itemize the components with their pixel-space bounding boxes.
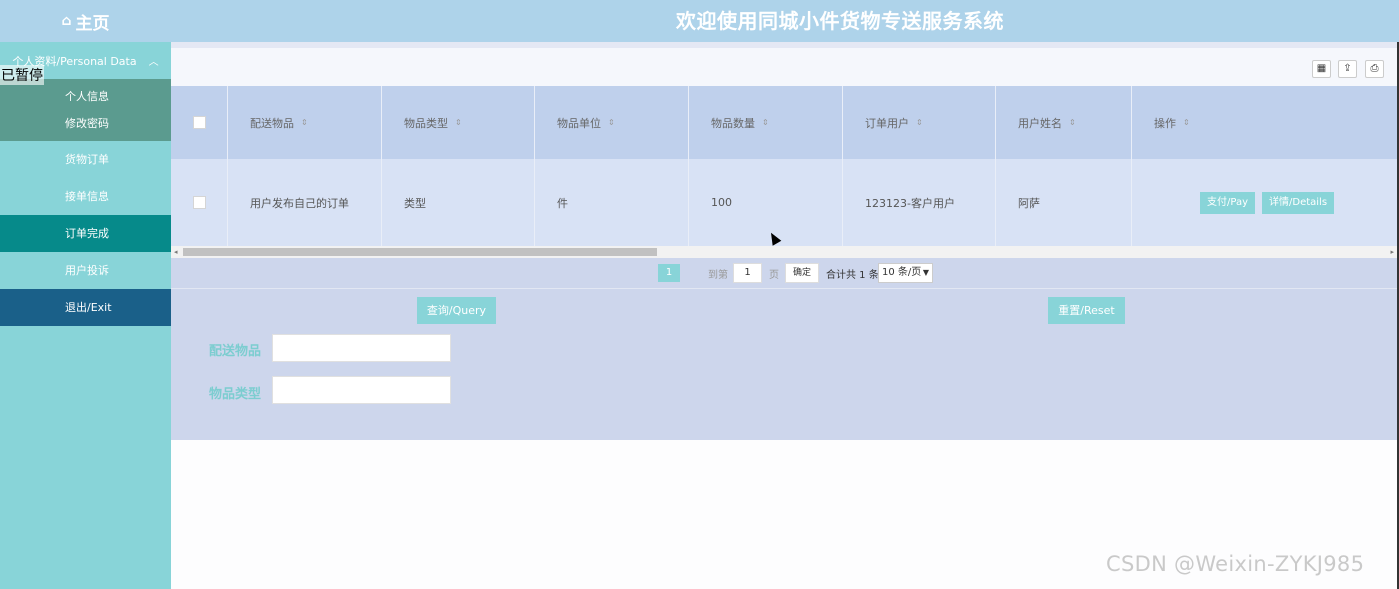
column-header-type[interactable]: 物品类型 ⇕ bbox=[382, 86, 535, 159]
sidebar-item-cargo-orders[interactable]: 货物订单 bbox=[0, 141, 171, 178]
horizontal-scrollbar[interactable]: ◂ ▸ bbox=[171, 246, 1397, 258]
chevron-up-icon: ︿ bbox=[148, 57, 159, 68]
cell-order-user: 123123-客户用户 bbox=[843, 159, 996, 246]
sort-icon: ⇕ bbox=[608, 118, 615, 127]
row-checkbox[interactable] bbox=[193, 196, 206, 209]
search-input-type[interactable] bbox=[272, 376, 451, 404]
page-size-select[interactable]: 10 条/页 ▼ bbox=[878, 263, 933, 283]
orders-table: 配送物品 ⇕ 物品类型 ⇕ 物品单位 ⇕ 物品数量 ⇕ 订单用户 ⇕ 用户姓名 ⇕ 操作 ⇕ … bbox=[171, 86, 1397, 246]
search-input-item[interactable] bbox=[272, 334, 451, 362]
sidebar-item-change-password[interactable]: 修改密码 bbox=[0, 114, 171, 141]
sort-icon: ⇕ bbox=[455, 118, 462, 127]
search-label-type: 物品类型 bbox=[209, 387, 262, 402]
query-button[interactable]: 查询/Query bbox=[417, 297, 496, 324]
column-header-user-name[interactable]: 用户姓名 ⇕ bbox=[996, 86, 1132, 159]
sort-icon: ⇕ bbox=[762, 118, 769, 127]
cell-user-name: 阿萨 bbox=[996, 159, 1132, 246]
sort-icon: ⇕ bbox=[1183, 118, 1190, 127]
cell-actions: 支付/Pay 详情/Details bbox=[1132, 159, 1397, 246]
scroll-right-icon[interactable]: ▸ bbox=[1390, 246, 1394, 258]
column-header-label: 用户姓名 bbox=[1018, 116, 1062, 130]
column-header-order-user[interactable]: 订单用户 ⇕ bbox=[843, 86, 996, 159]
sidebar-item-personal-info[interactable]: 个人信息 bbox=[0, 87, 171, 114]
paused-overlay-text: 已暂停 bbox=[0, 65, 44, 85]
home-icon: ⌂ bbox=[61, 13, 72, 29]
home-link[interactable]: ⌂ 主页 bbox=[0, 0, 171, 42]
goto-confirm-button[interactable]: 确定 bbox=[785, 263, 819, 283]
main-content: ▦ ⇪ ⎙ 配送物品 ⇕ 物品类型 ⇕ 物品单位 ⇕ 物品数量 ⇕ 订单用户 ⇕ 用户姓名… bbox=[171, 42, 1397, 440]
cell-quantity: 100 bbox=[689, 159, 843, 246]
goto-label: 到第 bbox=[708, 270, 728, 281]
cell-unit: 件 bbox=[535, 159, 689, 246]
row-checkbox-cell bbox=[171, 159, 228, 246]
goto-page-input[interactable]: 1 bbox=[733, 263, 762, 283]
sidebar-item-accepted-orders[interactable]: 接单信息 bbox=[0, 178, 171, 215]
column-header-item[interactable]: 配送物品 ⇕ bbox=[228, 86, 382, 159]
table-header: 配送物品 ⇕ 物品类型 ⇕ 物品单位 ⇕ 物品数量 ⇕ 订单用户 ⇕ 用户姓名 ⇕ 操作 ⇕ bbox=[171, 86, 1397, 159]
column-header-label: 订单用户 bbox=[865, 116, 909, 130]
search-label-item: 配送物品 bbox=[209, 344, 262, 359]
column-header-label: 配送物品 bbox=[250, 116, 294, 130]
print-icon[interactable]: ⎙ bbox=[1365, 60, 1384, 78]
column-header-quantity[interactable]: 物品数量 ⇕ bbox=[689, 86, 843, 159]
table-row: 用户发布自己的订单 类型 件 100 123123-客户用户 阿萨 支付/Pay… bbox=[171, 159, 1397, 246]
column-header-label: 物品数量 bbox=[711, 116, 755, 130]
chevron-down-icon: ▼ bbox=[922, 268, 929, 277]
column-header-label: 操作 bbox=[1154, 116, 1176, 130]
page-label: 页 bbox=[769, 270, 779, 281]
cell-item: 用户发布自己的订单 bbox=[228, 159, 382, 246]
sidebar-submenu: 个人信息 修改密码 bbox=[0, 79, 171, 141]
sidebar-item-completed-orders[interactable]: 订单完成 bbox=[0, 215, 171, 252]
sidebar-item-exit[interactable]: 退出/Exit bbox=[0, 289, 171, 326]
details-button[interactable]: 详情/Details bbox=[1262, 191, 1335, 214]
sort-icon: ⇕ bbox=[1069, 118, 1076, 127]
search-form: 查询/Query 重置/Reset 配送物品 物品类型 bbox=[171, 288, 1397, 440]
total-count: 合计共 1 条 bbox=[826, 270, 879, 281]
column-header-label: 物品类型 bbox=[404, 116, 448, 130]
header-checkbox-cell bbox=[171, 86, 228, 159]
home-label: 主页 bbox=[75, 13, 110, 34]
sidebar: 个人资料/Personal Data ︿ 个人信息 修改密码 货物订单 接单信息… bbox=[0, 42, 171, 589]
page-size-value: 10 条/页 bbox=[882, 267, 922, 278]
reset-button[interactable]: 重置/Reset bbox=[1048, 297, 1125, 324]
system-title: 欢迎使用同城小件货物专送服务系统 bbox=[676, 9, 1004, 33]
grid-view-icon[interactable]: ▦ bbox=[1312, 60, 1331, 78]
sidebar-item-complaints[interactable]: 用户投诉 bbox=[0, 252, 171, 289]
sort-icon: ⇕ bbox=[916, 118, 923, 127]
column-header-label: 物品单位 bbox=[557, 116, 601, 130]
pay-button[interactable]: 支付/Pay bbox=[1200, 191, 1255, 214]
cell-type: 类型 bbox=[382, 159, 535, 246]
pagination: 1 到第 1 页 确定 合计共 1 条 10 条/页 ▼ bbox=[171, 258, 1397, 288]
watermark: CSDN @Weixin-ZYKJ985 bbox=[1106, 552, 1365, 576]
scrollbar-thumb[interactable] bbox=[183, 248, 657, 256]
select-all-checkbox[interactable] bbox=[193, 116, 206, 129]
page-number-button[interactable]: 1 bbox=[658, 264, 680, 282]
sort-icon: ⇕ bbox=[301, 118, 308, 127]
column-header-unit[interactable]: 物品单位 ⇕ bbox=[535, 86, 689, 159]
export-icon[interactable]: ⇪ bbox=[1338, 60, 1357, 78]
column-header-actions[interactable]: 操作 ⇕ bbox=[1132, 86, 1397, 159]
scroll-left-icon[interactable]: ◂ bbox=[174, 246, 178, 258]
top-header: ⌂ 主页 欢迎使用同城小件货物专送服务系统 bbox=[0, 0, 1399, 42]
table-toolbar: ▦ ⇪ ⎙ bbox=[171, 48, 1397, 86]
